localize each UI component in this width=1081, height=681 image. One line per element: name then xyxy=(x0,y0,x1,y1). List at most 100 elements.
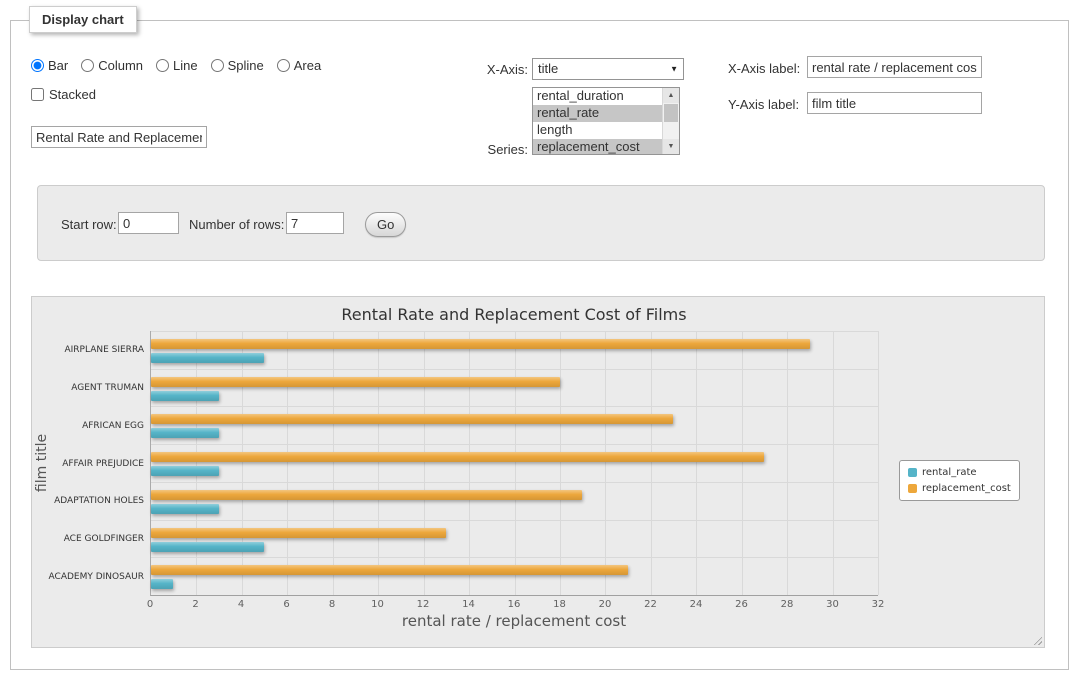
stacked-option[interactable]: Stacked xyxy=(31,87,96,102)
category-label: ACE GOLDFINGER xyxy=(64,534,144,544)
chart-legend: rental_rate replacement_cost xyxy=(899,460,1020,501)
bar-replacement_cost xyxy=(151,377,560,387)
bar-replacement_cost xyxy=(151,414,673,424)
chart-row: ADAPTATION HOLES xyxy=(151,482,878,520)
category-label: AIRPLANE SIERRA xyxy=(64,345,144,355)
x-axis-label-label: X-Axis label: xyxy=(728,61,800,76)
chart-type-label: Bar xyxy=(48,58,68,73)
chart-type-group: Bar Column Line Spline Area xyxy=(31,56,321,74)
x-axis-select-label: X-Axis: xyxy=(438,62,528,77)
chart-x-axis-title: rental rate / replacement cost xyxy=(150,612,878,630)
legend-label: replacement_cost xyxy=(922,483,1011,494)
x-tick-label: 14 xyxy=(462,599,475,610)
number-of-rows-input[interactable] xyxy=(286,212,344,234)
chart-row: AIRPLANE SIERRA xyxy=(151,331,878,369)
chart-panel: Rental Rate and Replacement Cost of Film… xyxy=(31,296,1045,648)
category-label: AGENT TRUMAN xyxy=(71,383,144,393)
chart-row: AGENT TRUMAN xyxy=(151,369,878,407)
x-tick-label: 6 xyxy=(283,599,289,610)
x-tick-label: 18 xyxy=(553,599,566,610)
x-tick-label: 20 xyxy=(599,599,612,610)
x-tick-label: 16 xyxy=(508,599,521,610)
x-tick-label: 4 xyxy=(238,599,244,610)
chart-type-option-column[interactable]: Column xyxy=(81,58,143,73)
legend-label: rental_rate xyxy=(922,467,977,478)
chart-type-label: Area xyxy=(294,58,321,73)
category-label: AFFAIR PREJUDICE xyxy=(62,459,144,469)
y-axis-label-label: Y-Axis label: xyxy=(728,97,799,112)
chart-type-option-bar[interactable]: Bar xyxy=(31,58,68,73)
bar-rental_rate xyxy=(151,579,173,589)
x-tick-label: 8 xyxy=(329,599,335,610)
chart-type-label: Spline xyxy=(228,58,264,73)
plot-area: AIRPLANE SIERRAAGENT TRUMANAFRICAN EGGAF… xyxy=(150,331,878,596)
x-tick-label: 10 xyxy=(371,599,384,610)
plot-rows: AIRPLANE SIERRAAGENT TRUMANAFRICAN EGGAF… xyxy=(151,331,878,595)
x-tick-label: 2 xyxy=(192,599,198,610)
stacked-checkbox[interactable] xyxy=(31,88,44,101)
x-tick-label: 30 xyxy=(826,599,839,610)
series-option-replacement_cost[interactable]: replacement_cost xyxy=(533,139,662,155)
y-axis-label-input[interactable] xyxy=(807,92,982,114)
x-tick-label: 12 xyxy=(417,599,430,610)
number-of-rows-label: Number of rows: xyxy=(189,217,284,232)
chart-type-option-spline[interactable]: Spline xyxy=(211,58,264,73)
x-axis-ticks: 02468101214161820222426283032 xyxy=(150,599,878,611)
resize-handle[interactable] xyxy=(1031,634,1042,645)
chart-type-label: Line xyxy=(173,58,198,73)
chart-y-axis-title: film title xyxy=(34,434,50,492)
series-option-rental_rate[interactable]: rental_rate xyxy=(533,105,662,122)
bar-replacement_cost xyxy=(151,452,764,462)
chart-type-radio-area[interactable] xyxy=(277,59,290,72)
x-tick-label: 0 xyxy=(147,599,153,610)
gridline xyxy=(878,331,879,595)
category-label: ACADEMY DINOSAUR xyxy=(49,572,144,582)
legend-swatch xyxy=(908,468,917,477)
series-scrollbar[interactable]: ▲ ▼ xyxy=(662,88,679,154)
start-row-input[interactable] xyxy=(118,212,179,234)
bar-rental_rate xyxy=(151,391,219,401)
scrollbar-up-button[interactable]: ▲ xyxy=(663,88,679,103)
x-axis-select[interactable]: title ▼ xyxy=(532,58,684,80)
category-label: AFRICAN EGG xyxy=(82,421,144,431)
chart-type-radio-column[interactable] xyxy=(81,59,94,72)
display-chart-fieldset: Display chart BarColumnLineSplineArea St… xyxy=(10,20,1069,670)
x-tick-label: 26 xyxy=(735,599,748,610)
legend-item-replacement_cost[interactable]: replacement_cost xyxy=(908,483,1011,494)
bar-rental_rate xyxy=(151,542,264,552)
chevron-down-icon: ▼ xyxy=(670,65,678,74)
start-row-label: Start row: xyxy=(61,217,117,232)
fieldset-legend: Display chart xyxy=(29,6,137,33)
x-tick-label: 22 xyxy=(644,599,657,610)
row-controls-panel: Start row: Number of rows: Go xyxy=(37,185,1045,261)
chart-type-radio-line[interactable] xyxy=(156,59,169,72)
chart-title: Rental Rate and Replacement Cost of Film… xyxy=(150,305,878,324)
series-listbox-wrap: rental_durationrental_ratelengthreplacem… xyxy=(532,87,680,155)
chart-type-option-area[interactable]: Area xyxy=(277,58,321,73)
chart-title-input[interactable] xyxy=(31,126,207,148)
bar-rental_rate xyxy=(151,504,219,514)
chart-type-radio-spline[interactable] xyxy=(211,59,224,72)
bar-replacement_cost xyxy=(151,528,446,538)
x-tick-label: 24 xyxy=(690,599,703,610)
bar-replacement_cost xyxy=(151,565,628,575)
scrollbar-down-button[interactable]: ▼ xyxy=(663,139,679,154)
series-label: Series: xyxy=(438,142,528,157)
chart-type-radio-bar[interactable] xyxy=(31,59,44,72)
bar-replacement_cost xyxy=(151,490,582,500)
x-axis-label-input[interactable] xyxy=(807,56,982,78)
chart-row: AFFAIR PREJUDICE xyxy=(151,444,878,482)
chart-row: AFRICAN EGG xyxy=(151,406,878,444)
scrollbar-thumb[interactable] xyxy=(664,104,678,122)
chart-row: ACE GOLDFINGER xyxy=(151,520,878,558)
series-option-rental_duration[interactable]: rental_duration xyxy=(533,88,662,105)
series-option-length[interactable]: length xyxy=(533,122,662,139)
chart-row: ACADEMY DINOSAUR xyxy=(151,557,878,595)
go-button[interactable]: Go xyxy=(365,212,406,237)
x-axis-select-value: title xyxy=(538,61,558,76)
chart-type-label: Column xyxy=(98,58,143,73)
x-tick-label: 28 xyxy=(781,599,794,610)
bar-rental_rate xyxy=(151,428,219,438)
chart-type-option-line[interactable]: Line xyxy=(156,58,198,73)
legend-item-rental_rate[interactable]: rental_rate xyxy=(908,467,1011,478)
